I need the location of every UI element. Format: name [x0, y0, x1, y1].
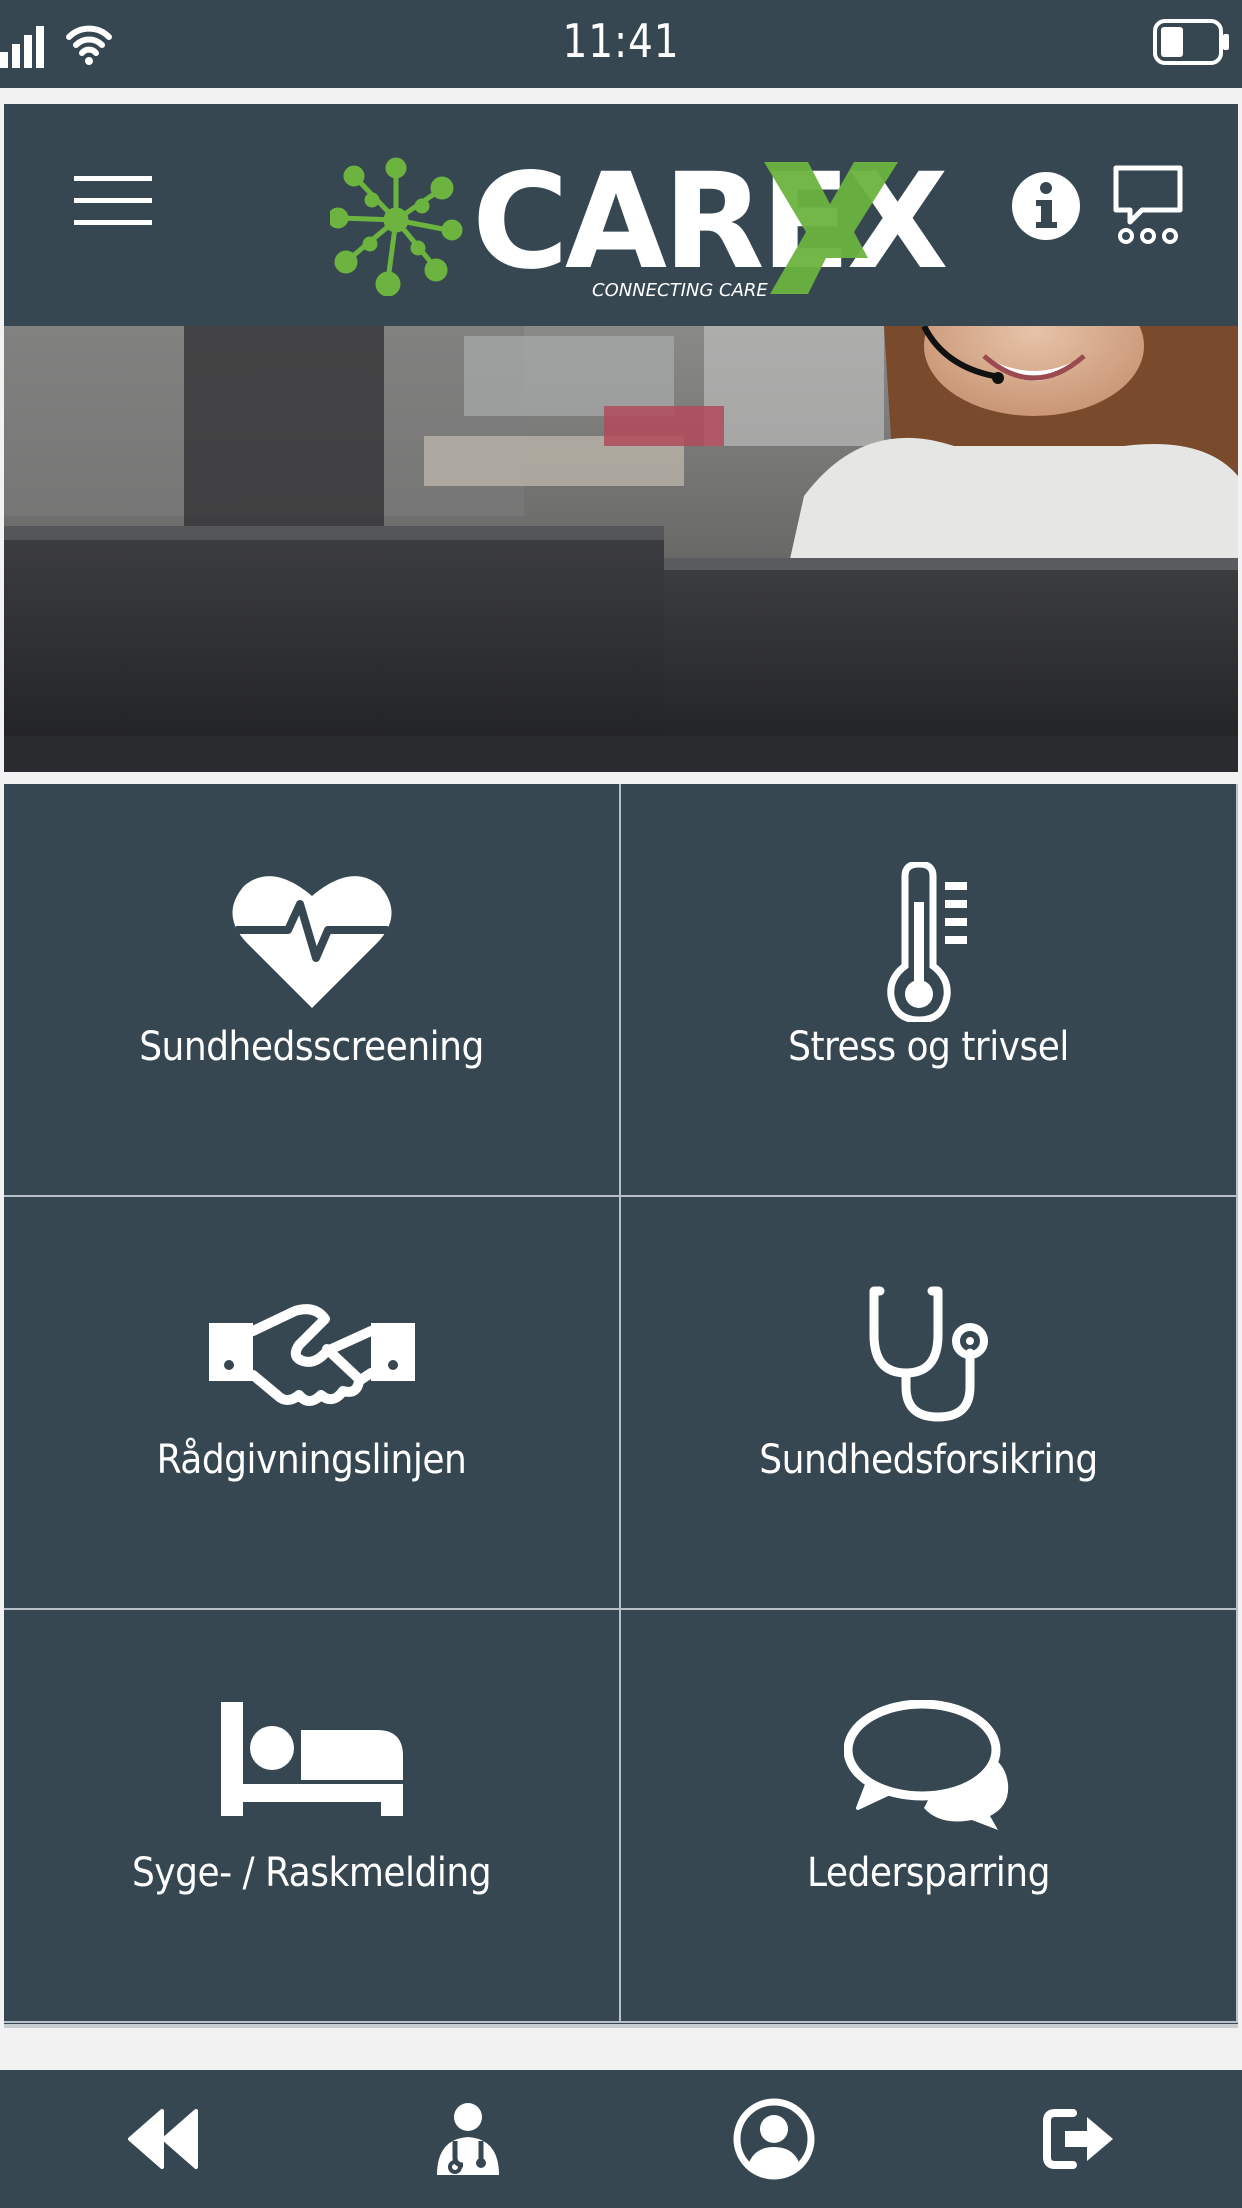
- stethoscope-icon: [869, 1286, 988, 1422]
- logo-x-accent: [764, 162, 898, 294]
- chat-bubbles-icon: [843, 1700, 1008, 1830]
- tile-label: Sundhedsscreening: [139, 1024, 484, 1070]
- tab-doctor[interactable]: [398, 2070, 538, 2208]
- heart-pulse-icon: [231, 876, 392, 1008]
- tab-profile[interactable]: [704, 2070, 844, 2208]
- tab-logout[interactable]: [1010, 2070, 1150, 2208]
- hamburger-icon: [74, 176, 152, 181]
- feature-grid: Sundhedsscreening Stress og trivsel Rådg…: [4, 784, 1238, 2024]
- tile-label: Rådgivningslinjen: [156, 1437, 467, 1483]
- logo-tagline: CONNECTING CARE: [592, 280, 768, 301]
- user-icon: [733, 2098, 815, 2180]
- thermometer-icon: [886, 862, 967, 1022]
- tile-label: Sundhedsforsikring: [759, 1437, 1098, 1483]
- status-bar: 11:41: [0, 0, 1242, 88]
- chat-support-icon[interactable]: [1112, 164, 1184, 246]
- tile-stress-og-trivsel[interactable]: Stress og trivsel: [621, 784, 1238, 1197]
- tile-sundhedsscreening[interactable]: Sundhedsscreening: [4, 784, 621, 1197]
- tile-label: Ledersparring: [807, 1850, 1050, 1896]
- app-header: CAREX CONNECTING CARE: [4, 104, 1238, 326]
- tile-raadgivningslinjen[interactable]: Rådgivningslinjen: [4, 1197, 621, 1610]
- tab-back[interactable]: [92, 2070, 232, 2208]
- molecule-logo-icon: [330, 157, 463, 296]
- grid-shadow-divider: [4, 2024, 1238, 2028]
- tile-syge-raskmelding[interactable]: Syge- / Raskmelding: [4, 1610, 621, 2023]
- tile-ledersparring[interactable]: Ledersparring: [621, 1610, 1238, 2023]
- tile-sundhedsforsikring[interactable]: Sundhedsforsikring: [621, 1197, 1238, 1610]
- status-time: 11:41: [562, 14, 680, 68]
- info-icon[interactable]: [1010, 170, 1082, 242]
- doctor-icon: [437, 2103, 499, 2175]
- handshake-icon: [208, 1304, 415, 1406]
- hero-banner-image: [4, 326, 1238, 772]
- carex-logo: CAREX CONNECTING CARE: [330, 150, 949, 306]
- back-icon: [128, 2109, 198, 2169]
- bottom-tab-bar: [0, 2070, 1242, 2208]
- battery-icon: [1153, 19, 1229, 65]
- logout-icon: [1043, 2109, 1113, 2169]
- tile-label: Syge- / Raskmelding: [131, 1850, 492, 1896]
- tile-label: Stress og trivsel: [788, 1024, 1069, 1070]
- menu-button[interactable]: [74, 176, 154, 236]
- bed-icon: [220, 1702, 403, 1816]
- signal-icon: [0, 26, 44, 68]
